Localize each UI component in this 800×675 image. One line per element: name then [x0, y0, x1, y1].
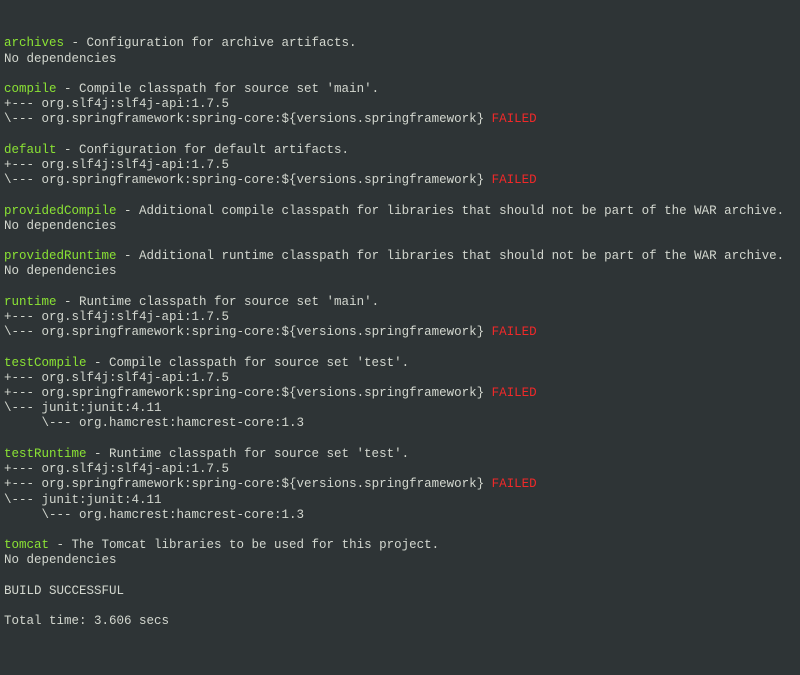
dep-text: org.slf4j:slf4j-api:1.7.5	[42, 97, 230, 111]
dep-text: org.slf4j:slf4j-api:1.7.5	[42, 462, 230, 476]
dep-text: junit:junit:4.11	[42, 493, 162, 507]
dep-prefix: \---	[4, 416, 79, 430]
total-time: Total time: 3.606 secs	[4, 614, 169, 628]
dep-prefix: \---	[4, 325, 42, 339]
dep-failed: FAILED	[492, 325, 537, 339]
dep-prefix: +---	[4, 158, 42, 172]
config-desc: - The Tomcat libraries to be used for th…	[49, 538, 439, 552]
config-desc: - Additional runtime classpath for libra…	[117, 249, 785, 263]
dep-prefix: \---	[4, 173, 42, 187]
dep-text: org.hamcrest:hamcrest-core:1.3	[79, 508, 304, 522]
dep-text: org.slf4j:slf4j-api:1.7.5	[42, 371, 230, 385]
config-name: providedRuntime	[4, 249, 117, 263]
dep-failed: FAILED	[492, 173, 537, 187]
no-dependencies: No dependencies	[4, 219, 117, 233]
dep-text: junit:junit:4.11	[42, 401, 162, 415]
config-desc: - Runtime classpath for source set 'main…	[57, 295, 380, 309]
no-dependencies: No dependencies	[4, 52, 117, 66]
config-name: testCompile	[4, 356, 87, 370]
config-name: testRuntime	[4, 447, 87, 461]
dep-text: org.hamcrest:hamcrest-core:1.3	[79, 416, 304, 430]
config-desc: - Configuration for default artifacts.	[57, 143, 350, 157]
dep-prefix: \---	[4, 508, 79, 522]
dep-prefix: +---	[4, 477, 42, 491]
config-name: default	[4, 143, 57, 157]
dep-prefix: +---	[4, 371, 42, 385]
dep-prefix: +---	[4, 386, 42, 400]
dep-text: org.springframework:spring-core:${versio…	[42, 173, 492, 187]
dep-prefix: \---	[4, 401, 42, 415]
dep-failed: FAILED	[492, 477, 537, 491]
config-name: tomcat	[4, 538, 49, 552]
config-desc: - Compile classpath for source set 'test…	[87, 356, 410, 370]
no-dependencies: No dependencies	[4, 553, 117, 567]
dep-text: org.springframework:spring-core:${versio…	[42, 386, 492, 400]
build-status: BUILD SUCCESSFUL	[4, 584, 124, 598]
no-dependencies: No dependencies	[4, 264, 117, 278]
config-desc: - Runtime classpath for source set 'test…	[87, 447, 410, 461]
dep-prefix: \---	[4, 112, 42, 126]
config-name: runtime	[4, 295, 57, 309]
config-desc: - Configuration for archive artifacts.	[64, 36, 357, 50]
terminal-output: archives - Configuration for archive art…	[4, 36, 796, 629]
config-desc: - Additional compile classpath for libra…	[117, 204, 785, 218]
dep-text: org.springframework:spring-core:${versio…	[42, 477, 492, 491]
dep-text: org.slf4j:slf4j-api:1.7.5	[42, 158, 230, 172]
dep-text: org.springframework:spring-core:${versio…	[42, 112, 492, 126]
dep-text: org.slf4j:slf4j-api:1.7.5	[42, 310, 230, 324]
dep-prefix: \---	[4, 493, 42, 507]
dep-prefix: +---	[4, 97, 42, 111]
dep-text: org.springframework:spring-core:${versio…	[42, 325, 492, 339]
config-name: compile	[4, 82, 57, 96]
config-name: archives	[4, 36, 64, 50]
dep-prefix: +---	[4, 310, 42, 324]
dep-prefix: +---	[4, 462, 42, 476]
config-desc: - Compile classpath for source set 'main…	[57, 82, 380, 96]
dep-failed: FAILED	[492, 112, 537, 126]
config-name: providedCompile	[4, 204, 117, 218]
dep-failed: FAILED	[492, 386, 537, 400]
